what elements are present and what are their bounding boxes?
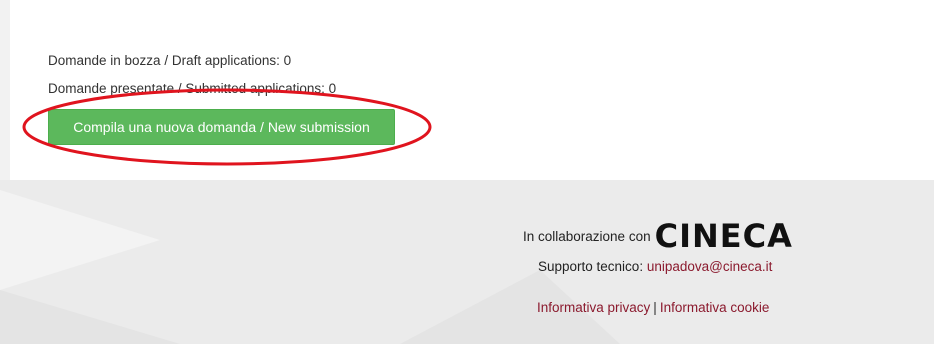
collaboration-line: In collaborazione con CINECA <box>523 216 793 256</box>
footer-background-shapes <box>0 190 620 344</box>
draft-applications-count: Domande in bozza / Draft applications: 0 <box>48 53 292 68</box>
footer: In collaborazione con CINECA Supporto te… <box>0 180 934 344</box>
cookie-policy-link[interactable]: Informativa cookie <box>660 300 770 315</box>
collaboration-text: In collaborazione con <box>523 228 651 244</box>
left-border <box>0 0 10 180</box>
support-label: Supporto tecnico: <box>538 259 644 274</box>
technical-support-line: Supporto tecnico: unipadova@cineca.it <box>538 259 772 274</box>
link-separator: | <box>653 300 657 315</box>
cineca-logo: CINECA <box>654 217 793 255</box>
privacy-policy-link[interactable]: Informativa privacy <box>537 300 650 315</box>
legal-links: Informativa privacy | Informativa cookie <box>537 300 769 315</box>
new-submission-button[interactable]: Compila una nuova domanda / New submissi… <box>48 109 395 145</box>
applications-panel: Domande in bozza / Draft applications: 0… <box>48 0 908 180</box>
submitted-applications-count: Domande presentate / Submitted applicati… <box>48 81 337 96</box>
support-email-link[interactable]: unipadova@cineca.it <box>647 259 773 274</box>
page: Domande in bozza / Draft applications: 0… <box>0 0 934 344</box>
